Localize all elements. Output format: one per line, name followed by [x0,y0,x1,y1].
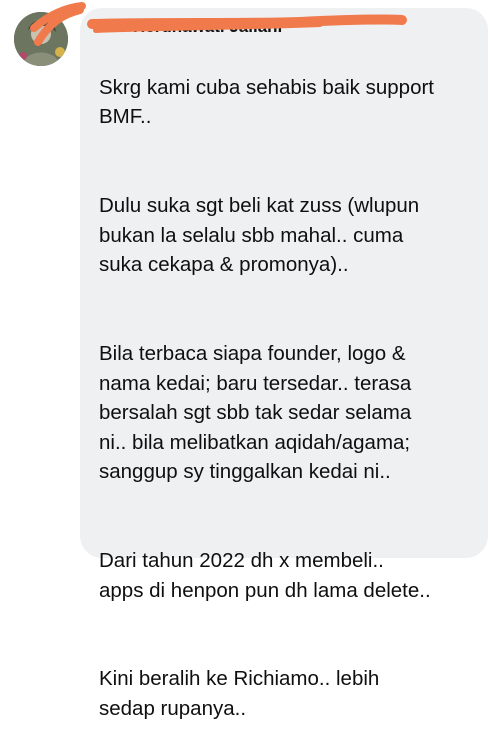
profile-photo-icon [14,12,68,66]
message-bubble[interactable]: Nor Herdhawati Jaliani Skrg kami cuba se… [80,8,488,720]
message-paragraph: Skrg kami cuba sehabis baik support BMF.… [99,75,435,129]
message-paragraph: Kini beralih ke Richiamo.. lebih sedap r… [99,667,380,721]
message-paragraph: Bila terbaca siapa founder, logo & nama … [99,341,412,484]
sender-name[interactable]: Nor Herdhawati Jaliani [99,16,472,38]
message-paragraph: Dari tahun 2022 dh x membeli.. apps di h… [99,549,431,602]
avatar[interactable] [14,12,68,66]
message-paragraph: Dulu suka sgt beli kat zuss (wlupun buka… [99,193,420,277]
message-text: Skrg kami cuba sehabis baik support BMF.… [99,43,472,753]
